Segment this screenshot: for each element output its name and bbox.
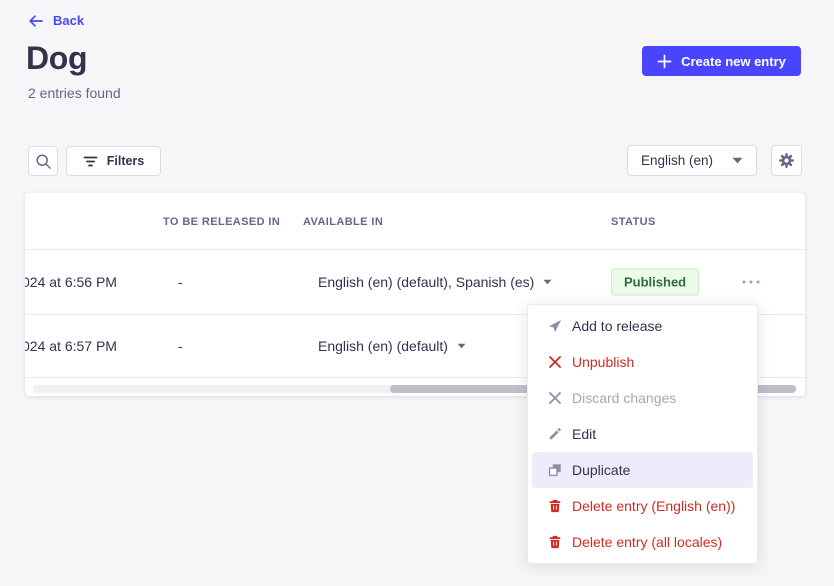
back-link[interactable]: Back xyxy=(28,13,84,28)
cross-icon xyxy=(548,355,562,369)
available-in-value: English (en) (default) xyxy=(318,338,448,354)
filters-button[interactable]: Filters xyxy=(66,146,161,176)
column-header-available-in: AVAILABLE IN xyxy=(303,216,383,228)
more-horizontal-icon xyxy=(742,280,760,284)
to-be-released-in-cell: - xyxy=(178,338,183,354)
create-new-entry-button[interactable]: Create new entry xyxy=(642,46,801,76)
menu-item-label: Delete entry (all locales) xyxy=(572,534,722,550)
settings-button[interactable] xyxy=(771,145,802,176)
row-context-menu: Add to release Unpublish Discard changes… xyxy=(527,304,758,564)
table-header-row: TO BE RELEASED IN AVAILABLE IN STATUS xyxy=(25,193,805,250)
plus-icon xyxy=(657,54,672,69)
pencil-icon xyxy=(548,427,562,441)
filters-label: Filters xyxy=(107,154,145,168)
menu-item-label: Add to release xyxy=(572,318,662,334)
available-in-dropdown[interactable]: English (en) (default) xyxy=(318,338,466,354)
menu-item-discard-changes: Discard changes xyxy=(532,380,753,416)
menu-item-label: Discard changes xyxy=(572,390,676,406)
to-be-released-in-cell: - xyxy=(178,274,183,290)
back-label: Back xyxy=(53,13,84,28)
paper-plane-icon xyxy=(548,319,562,333)
menu-item-delete-entry-english[interactable]: Delete entry (English (en)) xyxy=(532,488,753,524)
trash-icon xyxy=(548,535,562,549)
caret-down-icon xyxy=(457,343,466,349)
chevron-down-icon xyxy=(732,157,743,164)
gear-icon xyxy=(778,152,795,169)
back-arrow-icon xyxy=(28,14,44,28)
status-badge: Published xyxy=(611,269,699,296)
caret-down-icon xyxy=(543,279,552,285)
menu-item-label: Unpublish xyxy=(572,354,634,370)
entries-count: 2 entries found xyxy=(28,85,121,101)
duplicate-icon xyxy=(548,463,562,477)
locale-select[interactable]: English (en) xyxy=(627,145,757,176)
updated-at-cell: 024 at 6:57 PM xyxy=(25,338,117,354)
menu-item-delete-entry-all-locales[interactable]: Delete entry (all locales) xyxy=(532,524,753,560)
updated-at-cell: 024 at 6:56 PM xyxy=(25,274,117,290)
menu-item-duplicate[interactable]: Duplicate xyxy=(532,452,753,488)
trash-icon xyxy=(548,499,562,513)
menu-item-label: Edit xyxy=(572,426,596,442)
menu-item-label: Delete entry (English (en)) xyxy=(572,498,735,514)
search-button[interactable] xyxy=(28,146,58,176)
cross-icon xyxy=(548,391,562,405)
create-new-entry-label: Create new entry xyxy=(681,54,786,69)
search-icon xyxy=(35,153,52,170)
available-in-dropdown[interactable]: English (en) (default), Spanish (es) xyxy=(318,274,552,290)
filter-lines-icon xyxy=(83,156,98,167)
menu-item-label: Duplicate xyxy=(572,462,630,478)
menu-item-edit[interactable]: Edit xyxy=(532,416,753,452)
more-options-button[interactable] xyxy=(733,270,769,294)
column-header-to-be-released-in: TO BE RELEASED IN xyxy=(163,216,280,228)
page-title: Dog xyxy=(26,40,87,77)
available-in-value: English (en) (default), Spanish (es) xyxy=(318,274,534,290)
menu-item-unpublish[interactable]: Unpublish xyxy=(532,344,753,380)
menu-item-add-to-release[interactable]: Add to release xyxy=(532,308,753,344)
locale-select-value: English (en) xyxy=(641,153,713,168)
column-header-status: STATUS xyxy=(611,216,656,228)
